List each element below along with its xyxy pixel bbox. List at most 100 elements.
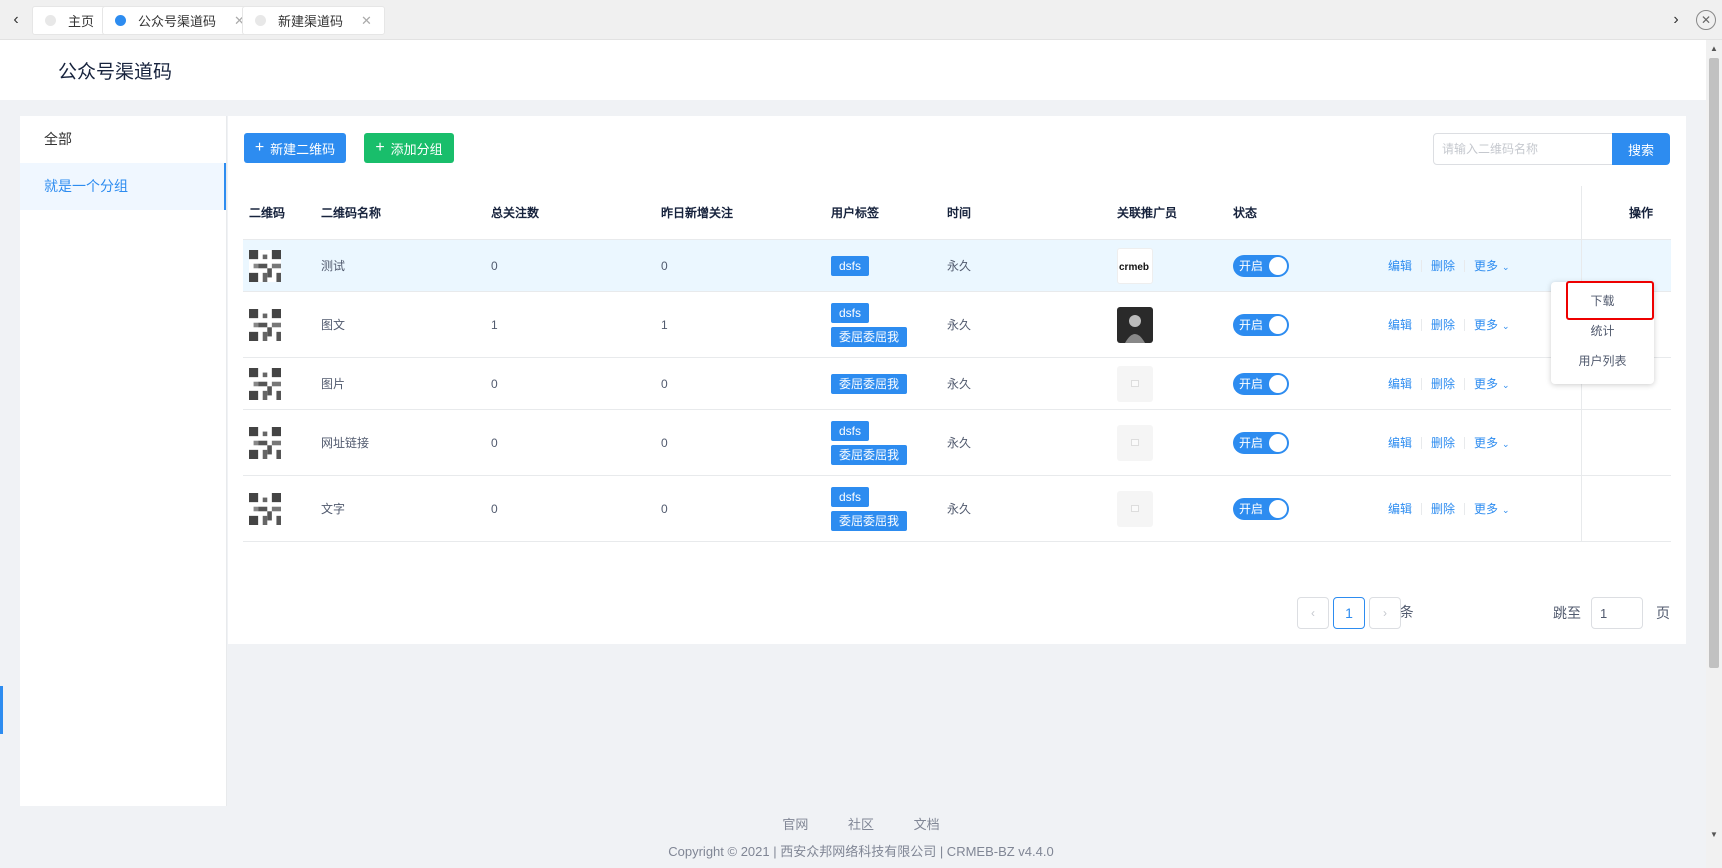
header-total-follow: 总关注数 (491, 206, 540, 220)
new-qrcode-label: 新建二维码 (270, 141, 336, 157)
qrcode-cell[interactable] (249, 410, 281, 475)
table-body: 测试 0 0 dsfs 永久 crmeb 开启 编辑 删除 更多 ⌄ 图文 1 1 dsfs 委屈委屈我 永久开… (243, 240, 1671, 542)
qrcode-icon (249, 426, 281, 459)
more-dropdown-menu: 下载 统计 用户列表 (1551, 282, 1654, 384)
table-row[interactable]: 文字 0 0 dsfs 委屈委屈我 永久 开启 编辑 删除 更多 ⌄ (243, 476, 1671, 542)
op-separator (1464, 318, 1466, 331)
ops-cell: 编辑 删除 更多 ⌄ (1388, 358, 1510, 409)
group-item-all[interactable]: 全部 (20, 116, 226, 163)
delete-link[interactable]: 删除 (1431, 375, 1455, 392)
tab-channel-code[interactable]: 公众号渠道码 ✕ (102, 6, 258, 35)
user-tags-cell: dsfs 委屈委屈我 (831, 476, 908, 541)
new-qrcode-button[interactable]: + 新建二维码 (244, 133, 346, 163)
user-tag: dsfs (831, 486, 870, 507)
yesterday-follow-count: 1 (661, 317, 668, 332)
page-number-button[interactable]: 1 (1333, 597, 1365, 629)
yesterday-follow-count: 0 (661, 501, 668, 516)
tab-home[interactable]: 主页 (32, 6, 108, 35)
qrcode-icon (249, 492, 281, 525)
user-tag: 委屈委屈我 (831, 510, 908, 531)
status-cell: 开启 (1233, 476, 1289, 541)
more-link[interactable]: 更多 ⌄ (1474, 375, 1510, 392)
group-item-selected[interactable]: 就是一个分组 (20, 163, 226, 210)
more-link[interactable]: 更多 ⌄ (1474, 500, 1510, 517)
user-tags-cell: dsfs 委屈委屈我 (831, 410, 908, 475)
more-link[interactable]: 更多 ⌄ (1474, 434, 1510, 451)
total-follow-count: 0 (491, 258, 498, 273)
qrcode-cell[interactable] (249, 240, 281, 291)
page-title: 公众号渠道码 (58, 62, 173, 83)
qrcode-icon (249, 308, 281, 341)
user-tags-cell: dsfs 委屈委屈我 (831, 292, 908, 357)
scroll-up-icon[interactable]: ▲ (1710, 44, 1718, 53)
delete-link[interactable]: 删除 (1431, 316, 1455, 333)
ops-column-divider (1581, 476, 1582, 541)
close-all-tabs-icon[interactable]: ✕ (1696, 10, 1716, 30)
tab-scroll-left-icon[interactable]: ‹ (0, 0, 32, 40)
user-tags-cell: 委屈委屈我 (831, 358, 908, 409)
footer-link-docs[interactable]: 文档 (914, 817, 940, 832)
delete-link[interactable]: 删除 (1431, 500, 1455, 517)
edit-link[interactable]: 编辑 (1388, 434, 1412, 451)
edit-link[interactable]: 编辑 (1388, 257, 1412, 274)
jump-page-input[interactable] (1591, 597, 1643, 629)
edit-link[interactable]: 编辑 (1388, 316, 1412, 333)
qrcode-icon (249, 249, 281, 282)
promoter-cell (1117, 292, 1153, 357)
status-switch-label: 开启 (1239, 435, 1264, 450)
ops-cell: 编辑 删除 更多 ⌄ (1388, 476, 1510, 541)
qrcode-cell[interactable] (249, 358, 281, 409)
more-link[interactable]: 更多 ⌄ (1474, 257, 1510, 274)
table-row[interactable]: 网址链接 0 0 dsfs 委屈委屈我 永久 开启 编辑 删除 更多 ⌄ (243, 410, 1671, 476)
time-value: 永久 (947, 377, 972, 391)
user-tag: dsfs (831, 302, 870, 323)
qrcode-cell[interactable] (249, 292, 281, 357)
delete-link[interactable]: 删除 (1431, 434, 1455, 451)
vertical-scrollbar[interactable]: ▲ ▼ (1706, 40, 1722, 868)
user-tag: dsfs (831, 255, 870, 276)
total-follow-count: 0 (491, 501, 498, 516)
tab-label: 公众号渠道码 (138, 14, 217, 29)
status-switch-label: 开启 (1239, 258, 1264, 273)
next-page-button[interactable]: › (1369, 597, 1401, 629)
edit-link[interactable]: 编辑 (1388, 375, 1412, 392)
qrcode-cell[interactable] (249, 476, 281, 541)
chevron-down-icon: ⌄ (1502, 321, 1510, 331)
search-button[interactable]: 搜索 (1612, 133, 1670, 165)
switch-knob (1269, 256, 1287, 275)
more-link[interactable]: 更多 ⌄ (1474, 316, 1510, 333)
tab-scroll-right-icon[interactable]: › (1660, 0, 1692, 40)
tab-new-channel-code[interactable]: 新建渠道码 ✕ (242, 6, 385, 35)
more-label: 更多 (1474, 377, 1499, 391)
dropdown-item-download[interactable]: 下载 (1551, 286, 1654, 316)
scrollbar-thumb[interactable] (1709, 58, 1719, 668)
promoter-avatar (1117, 306, 1153, 343)
dropdown-item-stats[interactable]: 统计 (1551, 316, 1654, 346)
table-row[interactable]: 测试 0 0 dsfs 永久 crmeb 开启 编辑 删除 更多 ⌄ (243, 240, 1671, 292)
status-cell: 开启 (1233, 410, 1289, 475)
table-header: 二维码 二维码名称 总关注数 昨日新增关注 用户标签 时间 关联推广员 状态 操… (243, 186, 1671, 240)
footer-link-community[interactable]: 社区 (848, 817, 874, 832)
status-switch[interactable]: 开启 (1233, 497, 1289, 520)
table-row[interactable]: 图文 1 1 dsfs 委屈委屈我 永久 开启 编辑 删除 更多 ⌄ (243, 292, 1671, 358)
search-input[interactable] (1433, 133, 1613, 165)
tab-dot-icon (115, 15, 126, 26)
header-qrcode: 二维码 (249, 206, 286, 220)
status-cell: 开启 (1233, 358, 1289, 409)
prev-page-button[interactable]: ‹ (1297, 597, 1329, 629)
tab-label: 主页 (68, 14, 95, 29)
table-row[interactable]: 图片 0 0 委屈委屈我 永久 开启 编辑 删除 更多 ⌄ (243, 358, 1671, 410)
status-switch[interactable]: 开启 (1233, 372, 1289, 395)
delete-link[interactable]: 删除 (1431, 257, 1455, 274)
tab-bar: ‹ 主页 公众号渠道码 ✕ 新建渠道码 ✕ › ✕ (0, 0, 1722, 40)
status-switch[interactable]: 开启 (1233, 254, 1289, 277)
user-tag: 委屈委屈我 (831, 373, 908, 394)
edit-link[interactable]: 编辑 (1388, 500, 1412, 517)
tab-close-icon[interactable]: ✕ (361, 13, 372, 29)
add-group-button[interactable]: + 添加分组 (364, 133, 454, 163)
status-switch[interactable]: 开启 (1233, 431, 1289, 454)
dropdown-item-user-list[interactable]: 用户列表 (1551, 346, 1654, 376)
status-switch[interactable]: 开启 (1233, 313, 1289, 336)
footer-link-official[interactable]: 官网 (782, 817, 808, 832)
chevron-down-icon: ⌄ (1502, 505, 1510, 515)
